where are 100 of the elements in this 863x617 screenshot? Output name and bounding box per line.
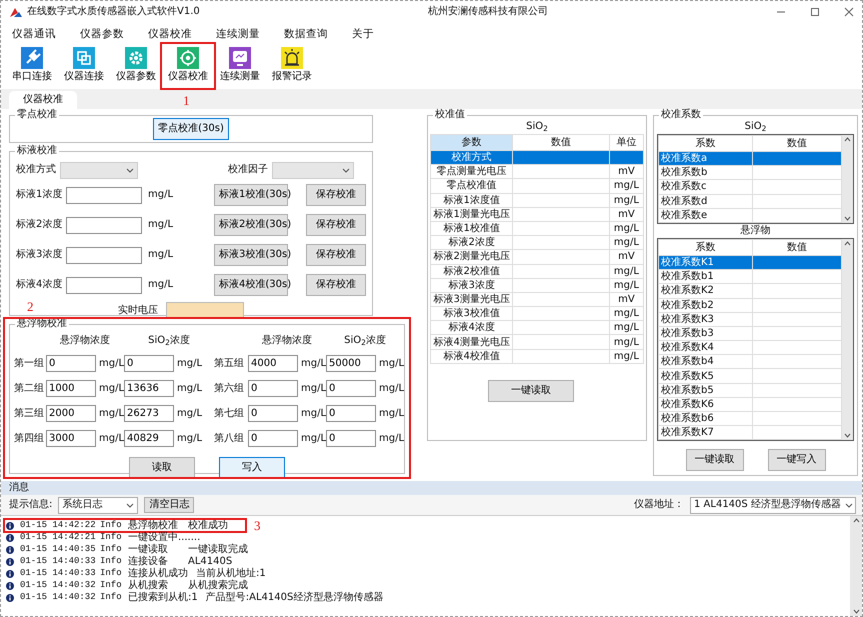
input-field[interactable]: 1000 bbox=[46, 380, 96, 397]
table-cell[interactable]: 校准系数K7 bbox=[658, 426, 752, 440]
table-cell[interactable]: 校准系数b3 bbox=[658, 326, 752, 341]
table-cell[interactable]: 校准系数K2 bbox=[658, 284, 752, 298]
log-source: 悬浮物校准 bbox=[128, 520, 179, 531]
save-button[interactable]: 保存校准 bbox=[306, 214, 366, 236]
table-cell[interactable]: 校准系数K1 bbox=[658, 255, 752, 270]
input-field[interactable]: 0 bbox=[46, 355, 96, 372]
annotation-number: 3 bbox=[254, 519, 260, 532]
table-cell[interactable]: 校准系数K5 bbox=[658, 368, 752, 384]
toolbar-button[interactable]: 串口连接 bbox=[7, 45, 57, 87]
column-header[interactable]: 参数 bbox=[430, 134, 513, 150]
unit-label: mg/L bbox=[98, 358, 124, 370]
menu-item[interactable]: 仪器校准 bbox=[145, 26, 195, 42]
scrollbar[interactable] bbox=[850, 516, 862, 616]
toolbar-button[interactable]: 仪器校准 bbox=[163, 45, 213, 87]
input-field[interactable]: 3000 bbox=[46, 430, 96, 447]
toolbar-button[interactable]: 报警记录 bbox=[267, 45, 317, 87]
table-cell[interactable]: 校准系数b5 bbox=[658, 383, 752, 398]
input-field[interactable]: 0 bbox=[248, 430, 298, 447]
table-cell[interactable]: 校准系数e bbox=[658, 208, 752, 222]
zero-calibration-button[interactable]: 零点校准(30s) bbox=[153, 118, 229, 140]
action-button[interactable]: 一键读取 bbox=[686, 449, 744, 472]
menu-item[interactable]: 仪器参数 bbox=[77, 26, 127, 42]
action-button[interactable]: 读取 bbox=[129, 457, 195, 479]
input-field[interactable] bbox=[66, 276, 142, 294]
scroll-down-icon bbox=[844, 216, 851, 221]
input-field[interactable] bbox=[66, 186, 142, 204]
input-field[interactable]: 26273 bbox=[124, 405, 174, 422]
input-field[interactable]: 0 bbox=[248, 380, 298, 397]
action-button[interactable]: 一键写入 bbox=[768, 449, 826, 472]
toolbar-button[interactable]: 仪器参数 bbox=[111, 45, 161, 87]
table-cell: mV bbox=[609, 250, 644, 264]
read-all-button[interactable]: 一键读取 bbox=[488, 380, 574, 402]
address-dropdown[interactable]: 1 AL4140S 经济型悬浮物传感器 bbox=[690, 496, 856, 514]
column-header[interactable]: 单位 bbox=[609, 134, 644, 150]
table-cell[interactable]: 校准系数c bbox=[658, 180, 752, 194]
column-header[interactable]: 数值 bbox=[752, 239, 842, 256]
table-cell: mg/L bbox=[609, 320, 644, 335]
scroll-up-icon bbox=[852, 518, 860, 523]
table-cell: 零点校准值 bbox=[430, 178, 513, 194]
unit-label: mg/L bbox=[378, 382, 404, 394]
table-cell[interactable]: 校准系数a bbox=[658, 152, 752, 166]
log-time: 01-15 14:42:22 bbox=[20, 520, 97, 531]
input-field[interactable]: 0 bbox=[326, 405, 376, 422]
info-icon bbox=[6, 570, 14, 578]
action-button[interactable]: 写入 bbox=[219, 457, 285, 479]
table-cell[interactable]: 校准系数K3 bbox=[658, 312, 752, 326]
save-button[interactable]: 保存校准 bbox=[306, 184, 366, 206]
save-button[interactable]: 保存校准 bbox=[306, 274, 366, 296]
input-field[interactable] bbox=[66, 246, 142, 264]
input-field[interactable]: 0 bbox=[326, 380, 376, 397]
tab[interactable]: 仪器校准 bbox=[9, 91, 77, 109]
save-button[interactable]: 保存校准 bbox=[306, 244, 366, 266]
table-cell: 标液3测量光电压 bbox=[430, 292, 513, 307]
menu-item[interactable]: 关于 bbox=[349, 26, 377, 42]
table-title: SiO$_{2}$ bbox=[744, 120, 768, 134]
menu-item[interactable]: 数据查询 bbox=[281, 26, 331, 42]
calibrate-button[interactable]: 标液2校准(30s) bbox=[214, 214, 288, 236]
calibrate-button[interactable]: 标液3校准(30s) bbox=[214, 244, 288, 266]
group-title: 零点校准 bbox=[15, 109, 59, 121]
log-type-dropdown[interactable]: 系统日志 bbox=[58, 496, 138, 514]
table-title: SiO$_{2}$ bbox=[525, 120, 549, 134]
toolbar-button[interactable]: 仪器连接 bbox=[59, 45, 109, 87]
table-cell[interactable]: 校准系数b bbox=[658, 166, 752, 180]
clear-log-button[interactable]: 清空日志 bbox=[144, 497, 194, 513]
input-field[interactable]: 13636 bbox=[124, 380, 174, 397]
table-cell[interactable]: 校准系数K4 bbox=[658, 340, 752, 355]
table-cell[interactable]: 校准系数b1 bbox=[658, 270, 752, 284]
table-cell: 零点测量光电压 bbox=[430, 164, 513, 179]
table-cell[interactable]: 校准系数K6 bbox=[658, 397, 752, 412]
input-field[interactable]: 0 bbox=[248, 405, 298, 422]
table-cell[interactable]: 校准系数d bbox=[658, 194, 752, 208]
info-icon bbox=[6, 534, 14, 542]
table-cell[interactable]: 校准系数b4 bbox=[658, 354, 752, 369]
menu-item[interactable]: 仪器通讯 bbox=[9, 26, 59, 42]
scrollbar[interactable] bbox=[842, 238, 853, 440]
column-header[interactable]: 数值 bbox=[512, 134, 610, 150]
input-field[interactable]: 0 bbox=[326, 430, 376, 447]
column-header[interactable]: 系数 bbox=[658, 136, 752, 152]
unit-label: mg/L bbox=[378, 358, 404, 370]
annotation-number: 1 bbox=[183, 94, 190, 107]
table-cell[interactable]: 校准系数b6 bbox=[658, 412, 752, 426]
menu-item[interactable]: 连续测量 bbox=[213, 26, 263, 42]
column-header[interactable]: 系数 bbox=[658, 239, 752, 256]
calibrate-button[interactable]: 标液4校准(30s) bbox=[214, 274, 288, 296]
log-level: Info bbox=[100, 580, 123, 591]
input-field[interactable]: 40829 bbox=[124, 430, 174, 447]
table-cell[interactable]: 校准系数b2 bbox=[658, 298, 752, 312]
column-header[interactable]: 数值 bbox=[752, 136, 842, 152]
toolbar-button[interactable]: 连续测量 bbox=[215, 45, 265, 87]
scrollbar[interactable] bbox=[842, 135, 853, 223]
field-label: 校准因子 bbox=[228, 164, 268, 176]
panel-header: 消息 bbox=[1, 481, 862, 495]
input-field[interactable]: 0 bbox=[124, 355, 174, 372]
calibrate-button[interactable]: 标液1校准(30s) bbox=[214, 184, 288, 206]
input-field[interactable]: 2000 bbox=[46, 405, 96, 422]
input-field[interactable]: 4000 bbox=[248, 355, 298, 372]
input-field[interactable] bbox=[66, 216, 142, 234]
input-field[interactable]: 50000 bbox=[326, 355, 376, 372]
